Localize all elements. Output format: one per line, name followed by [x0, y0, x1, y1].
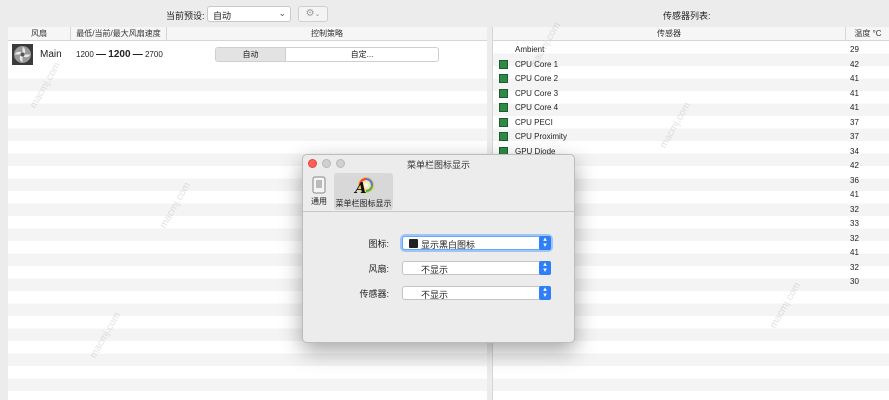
auto-mode-button[interactable]: 自动	[216, 48, 286, 61]
table-row[interactable]: Ambient 29	[493, 42, 889, 57]
sensor-temp: 37	[850, 117, 859, 127]
top-toolbar: 当前预设: 自动 ⌄ ⚙⌄ 传感器列表:	[0, 0, 889, 27]
sensor-name: CPU Core 1	[515, 59, 559, 69]
sensor-name: CPU Proximity	[515, 132, 568, 141]
column-header-fan[interactable]: 风扇	[8, 27, 71, 41]
sensor-temp: 37	[850, 132, 859, 141]
sensor-temp: 41	[850, 103, 859, 112]
column-header-temp[interactable]: 温度 °C	[846, 27, 889, 41]
fan-icon	[12, 44, 33, 65]
table-row[interactable]: CPU Core 3 41	[493, 86, 889, 101]
custom-mode-button[interactable]: 自定...	[286, 48, 438, 61]
sensor-temp: 32	[850, 204, 859, 214]
icon-display-value: 显示黑白图标	[421, 240, 476, 250]
sensor-temp: 42	[850, 161, 859, 170]
gear-menu-button[interactable]: ⚙⌄	[298, 6, 328, 22]
chevron-down-icon: ⌄	[314, 11, 321, 18]
column-header-control[interactable]: 控制策略	[167, 27, 487, 41]
fan-speed-max: 2700	[144, 50, 163, 59]
sensor-name: Ambient	[515, 45, 545, 54]
fan-speed-current: 1200	[108, 49, 131, 60]
preferences-window: 菜单栏图标显示 通用 A 菜单栏图标显示 图标: 显示黑白图标 ▴ ▾ 风扇: …	[302, 154, 575, 343]
table-row[interactable]: CPU Proximity 37	[493, 129, 889, 144]
sensor-table-header: 传感器 温度 °C	[493, 27, 889, 41]
table-row[interactable]: Main 1200 — 1200 — 2700 自动 自定...	[8, 41, 487, 68]
chip-icon	[499, 59, 508, 69]
chip-icon	[499, 103, 508, 112]
gear-icon: ⚙	[305, 8, 315, 19]
svg-text:A: A	[353, 179, 367, 196]
sensor-field-label: 传感器:	[359, 289, 389, 299]
chip-icon	[499, 132, 508, 141]
tab-general[interactable]: 通用	[307, 173, 331, 210]
fan-speed-min: 1200	[76, 50, 94, 59]
chevron-updown-icon: ▴ ▾	[539, 261, 551, 275]
window-title: 菜单栏图标显示	[406, 160, 470, 170]
fan-display-popup[interactable]: 不显示 ▴ ▾	[402, 261, 551, 275]
table-row[interactable]: CPU PECI 37	[493, 115, 889, 130]
sensor-name: CPU Core 3	[515, 88, 559, 98]
fan-speed: 1200 — 1200 — 2700	[76, 49, 163, 60]
chip-icon	[499, 74, 508, 83]
sensor-temp: 29	[850, 45, 859, 54]
fan-speed-sep1: —	[96, 49, 107, 60]
sensor-temp: 41	[850, 88, 859, 98]
chevron-updown-icon: ▴ ▾	[539, 236, 551, 250]
sensor-temp: 34	[850, 146, 859, 156]
fan-display-value: 不显示	[421, 265, 449, 275]
column-header-sensor[interactable]: 传感器	[493, 27, 846, 41]
table-row[interactable]: CPU Core 4 41	[493, 100, 889, 115]
preset-label: 当前预设:	[166, 11, 205, 21]
icon-field-label: 图标:	[368, 239, 389, 249]
table-row[interactable]: CPU Core 2 41	[493, 71, 889, 86]
fan-field-label: 风扇:	[368, 264, 389, 274]
table-row[interactable]: CPU Core 1 42	[493, 57, 889, 72]
sensor-temp: 32	[850, 262, 859, 272]
tab-general-label: 通用	[311, 197, 327, 206]
sensor-name: CPU Core 2	[515, 74, 559, 83]
toolbar-divider	[303, 211, 574, 212]
sensor-temp: 32	[850, 233, 859, 243]
sensors-list-title: 传感器列表:	[663, 11, 711, 21]
sensor-temp: 36	[850, 175, 859, 185]
control-mode-segmented: 自动 自定...	[215, 47, 439, 62]
preset-select-value: 自动	[213, 11, 232, 21]
chip-icon	[499, 117, 508, 127]
chip-icon	[499, 88, 508, 98]
fan-name: Main	[40, 49, 62, 60]
chevron-down-icon: ⌄	[278, 8, 286, 18]
tab-menubar-label: 菜单栏图标显示	[335, 199, 392, 208]
column-header-speed[interactable]: 最低/当前/最大风扇速度	[71, 27, 167, 41]
device-icon	[312, 176, 326, 194]
fan-icon	[409, 239, 418, 248]
sensor-temp: 30	[850, 277, 859, 286]
sensor-name: CPU Core 4	[515, 103, 559, 112]
tab-menubar-icon[interactable]: A 菜单栏图标显示	[334, 173, 393, 210]
sensor-temp: 41	[850, 74, 859, 83]
sensor-temp: 33	[850, 219, 859, 228]
sensor-temp: 42	[850, 59, 859, 69]
chevron-updown-icon: ▴ ▾	[539, 286, 551, 300]
icon-display-popup[interactable]: 显示黑白图标 ▴ ▾	[402, 236, 551, 250]
sensor-temp: 41	[850, 190, 859, 199]
sensor-display-value: 不显示	[421, 290, 449, 300]
color-font-icon: A	[353, 177, 374, 196]
fan-speed-sep2: —	[132, 49, 143, 60]
sensor-display-popup[interactable]: 不显示 ▴ ▾	[402, 286, 551, 300]
sensor-temp: 41	[850, 248, 859, 257]
preset-select[interactable]: 自动 ⌄	[207, 6, 291, 22]
fan-table-header: 风扇 最低/当前/最大风扇速度 控制策略	[8, 27, 487, 41]
sensor-name: CPU PECI	[515, 117, 553, 127]
